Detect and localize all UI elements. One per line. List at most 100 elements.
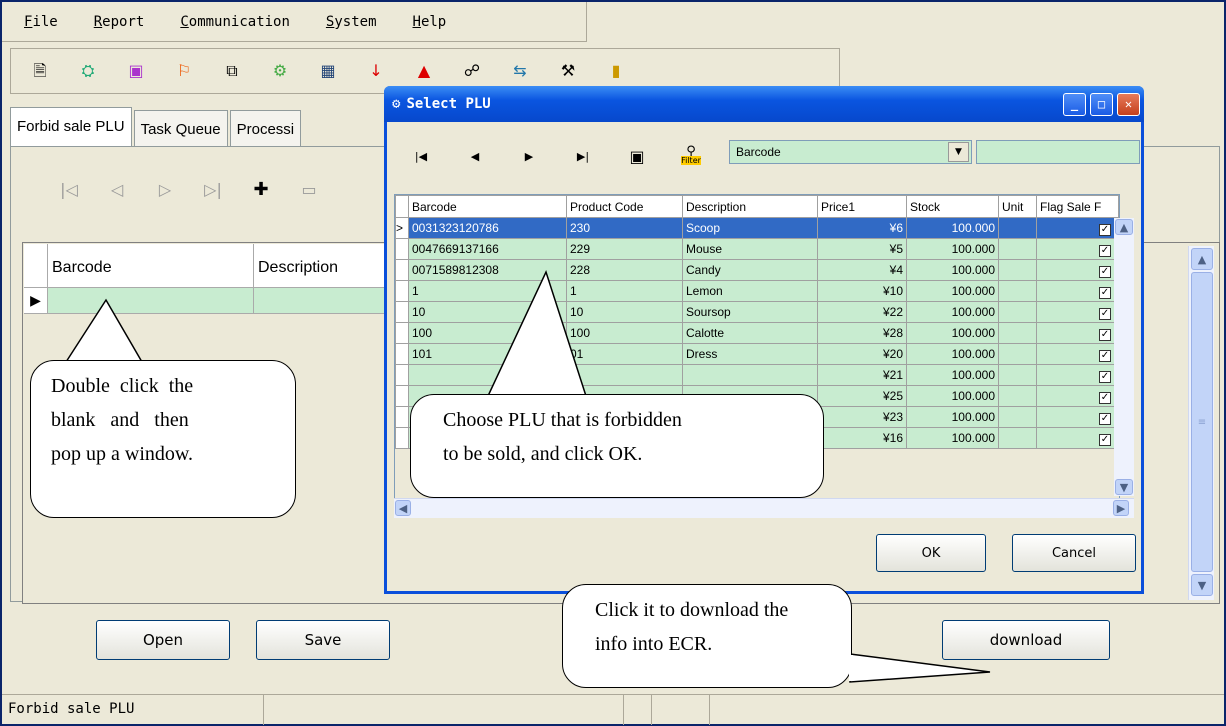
table-icon[interactable]: ▦	[317, 60, 339, 82]
next-icon[interactable]: ▶	[518, 150, 540, 163]
report-icon[interactable]: ▣	[125, 60, 147, 82]
description-cell[interactable]: Lemon	[682, 280, 818, 302]
col-price1[interactable]: Price1	[817, 195, 907, 218]
scroll-right-icon[interactable]: ▶	[1113, 500, 1129, 516]
new-icon[interactable]: 🗎	[29, 60, 51, 82]
unit-cell[interactable]	[998, 364, 1037, 386]
barcode-cell[interactable]: 0071589812308	[408, 259, 567, 281]
table-row[interactable]: 10 10 Soursop ¥22 100.000 ✓	[395, 301, 1119, 323]
stock-cell[interactable]: 100.000	[906, 385, 999, 407]
tab-processing[interactable]: Processi	[229, 110, 302, 147]
col-description[interactable]: Description	[682, 195, 818, 218]
table-row[interactable]: 0047669137166 229 Mouse ¥5 100.000 ✓	[395, 238, 1119, 260]
price-cell[interactable]: ¥22	[817, 301, 907, 323]
customer-icon[interactable]: ⛭	[77, 60, 99, 82]
dialog-titlebar[interactable]: ⚙ Select PLU _ □ ✕	[384, 86, 1144, 122]
scroll-down-icon[interactable]: ▼	[1115, 479, 1133, 495]
next-record-icon[interactable]: ▷	[154, 180, 176, 199]
stock-cell[interactable]: 100.000	[906, 406, 999, 428]
product-code-cell[interactable]: 229	[566, 238, 683, 260]
flag-sale-cell[interactable]: ✓	[1036, 322, 1119, 344]
menu-report[interactable]: Report	[94, 14, 145, 30]
unit-cell[interactable]	[998, 343, 1037, 365]
dialog-horizontal-scrollbar[interactable]: ◀ ▶	[394, 498, 1134, 518]
unit-cell[interactable]	[998, 217, 1037, 239]
last-record-icon[interactable]: ▷|	[202, 180, 224, 199]
last-icon[interactable]: ▶|	[572, 150, 594, 163]
checkbox-icon[interactable]: ✓	[1099, 370, 1111, 383]
filter-icon[interactable]: ⚲ Filter	[680, 145, 702, 165]
delete-record-icon[interactable]: ▭	[298, 180, 320, 199]
price-cell[interactable]: ¥25	[817, 385, 907, 407]
tab-forbid-sale-plu[interactable]: Forbid sale PLU	[10, 107, 132, 147]
flag-sale-cell[interactable]: ✓	[1036, 385, 1119, 407]
price-cell[interactable]: ¥23	[817, 406, 907, 428]
barcode-cell[interactable]: 0031323120786	[408, 217, 567, 239]
tab-task-queue[interactable]: Task Queue	[133, 110, 228, 147]
description-cell[interactable]: Dress	[682, 343, 818, 365]
dialog-vertical-scrollbar[interactable]: ▲ ▼	[1114, 218, 1134, 496]
product-code-cell[interactable]: 1	[566, 280, 683, 302]
checkbox-icon[interactable]: ✓	[1099, 223, 1111, 236]
add-record-icon[interactable]: ✚	[250, 179, 272, 200]
settings-icon[interactable]: ⚙	[269, 60, 291, 82]
checkbox-icon[interactable]: ✓	[1099, 307, 1111, 320]
description-cell[interactable]: Calotte	[682, 322, 818, 344]
menu-file[interactable]: File	[24, 14, 58, 30]
price-cell[interactable]: ¥21	[817, 364, 907, 386]
product-code-cell[interactable]: 230	[566, 217, 683, 239]
column-barcode[interactable]: Barcode	[48, 244, 254, 288]
unit-cell[interactable]	[998, 385, 1037, 407]
table-row[interactable]: 100 100 Calotte ¥28 100.000 ✓	[395, 322, 1119, 344]
price-cell[interactable]: ¥5	[817, 238, 907, 260]
price-cell[interactable]: ¥28	[817, 322, 907, 344]
cancel-button[interactable]: Cancel	[1012, 534, 1136, 572]
menu-system[interactable]: System	[326, 14, 377, 30]
description-cell[interactable]: Scoop	[682, 217, 818, 239]
grid-vertical-scrollbar[interactable]: ▲ ≡ ▼	[1188, 246, 1214, 600]
description-cell[interactable]: Mouse	[682, 238, 818, 260]
unit-cell[interactable]	[998, 280, 1037, 302]
checkbox-icon[interactable]: ✓	[1099, 433, 1111, 446]
chevron-down-icon[interactable]: ▼	[948, 142, 969, 162]
col-product-code[interactable]: Product Code	[566, 195, 683, 218]
checkbox-icon[interactable]: ✓	[1099, 265, 1111, 278]
flag-sale-cell[interactable]: ✓	[1036, 406, 1119, 428]
scroll-up-icon[interactable]: ▲	[1115, 219, 1133, 235]
price-cell[interactable]: ¥20	[817, 343, 907, 365]
product-code-cell[interactable]: 228	[566, 259, 683, 281]
stock-cell[interactable]: 100.000	[906, 217, 999, 239]
search-input[interactable]	[976, 140, 1140, 164]
tools-icon[interactable]: ⚒	[557, 60, 579, 82]
stock-cell[interactable]: 100.000	[906, 322, 999, 344]
copy-icon[interactable]: ⧉	[221, 60, 243, 82]
network-icon[interactable]: ☍	[461, 60, 483, 82]
download-button[interactable]: download	[942, 620, 1110, 660]
product-code-cell[interactable]	[566, 364, 683, 386]
stock-cell[interactable]: 100.000	[906, 238, 999, 260]
scroll-left-icon[interactable]: ◀	[395, 500, 411, 516]
unit-cell[interactable]	[998, 259, 1037, 281]
unit-cell[interactable]	[998, 322, 1037, 344]
flag-sale-cell[interactable]: ✓	[1036, 343, 1119, 365]
prev-record-icon[interactable]: ◁	[106, 180, 128, 199]
open-button[interactable]: Open	[96, 620, 230, 660]
price-cell[interactable]: ¥10	[817, 280, 907, 302]
checkbox-icon[interactable]: ✓	[1099, 328, 1111, 341]
exchange-icon[interactable]: ⇆	[509, 60, 531, 82]
maximize-icon[interactable]: □	[1090, 92, 1113, 116]
flag-sale-cell[interactable]: ✓	[1036, 280, 1119, 302]
product-code-cell[interactable]: 10	[566, 301, 683, 323]
table-row[interactable]: ¥21 100.000 ✓	[395, 364, 1119, 386]
first-icon[interactable]: |◀	[410, 150, 432, 163]
stock-cell[interactable]: 100.000	[906, 427, 999, 449]
flag-sale-cell[interactable]: ✓	[1036, 259, 1119, 281]
flag-sale-cell[interactable]: ✓	[1036, 427, 1119, 449]
table-row[interactable]: >0031323120786 230 Scoop ¥6 100.000 ✓	[395, 217, 1119, 239]
menu-communication[interactable]: Communication	[180, 14, 290, 30]
flag-sale-cell[interactable]: ✓	[1036, 364, 1119, 386]
download-icon[interactable]: ↓	[365, 60, 387, 82]
unit-cell[interactable]	[998, 406, 1037, 428]
barcode-cell[interactable]: 0047669137166	[408, 238, 567, 260]
unit-cell[interactable]	[998, 301, 1037, 323]
